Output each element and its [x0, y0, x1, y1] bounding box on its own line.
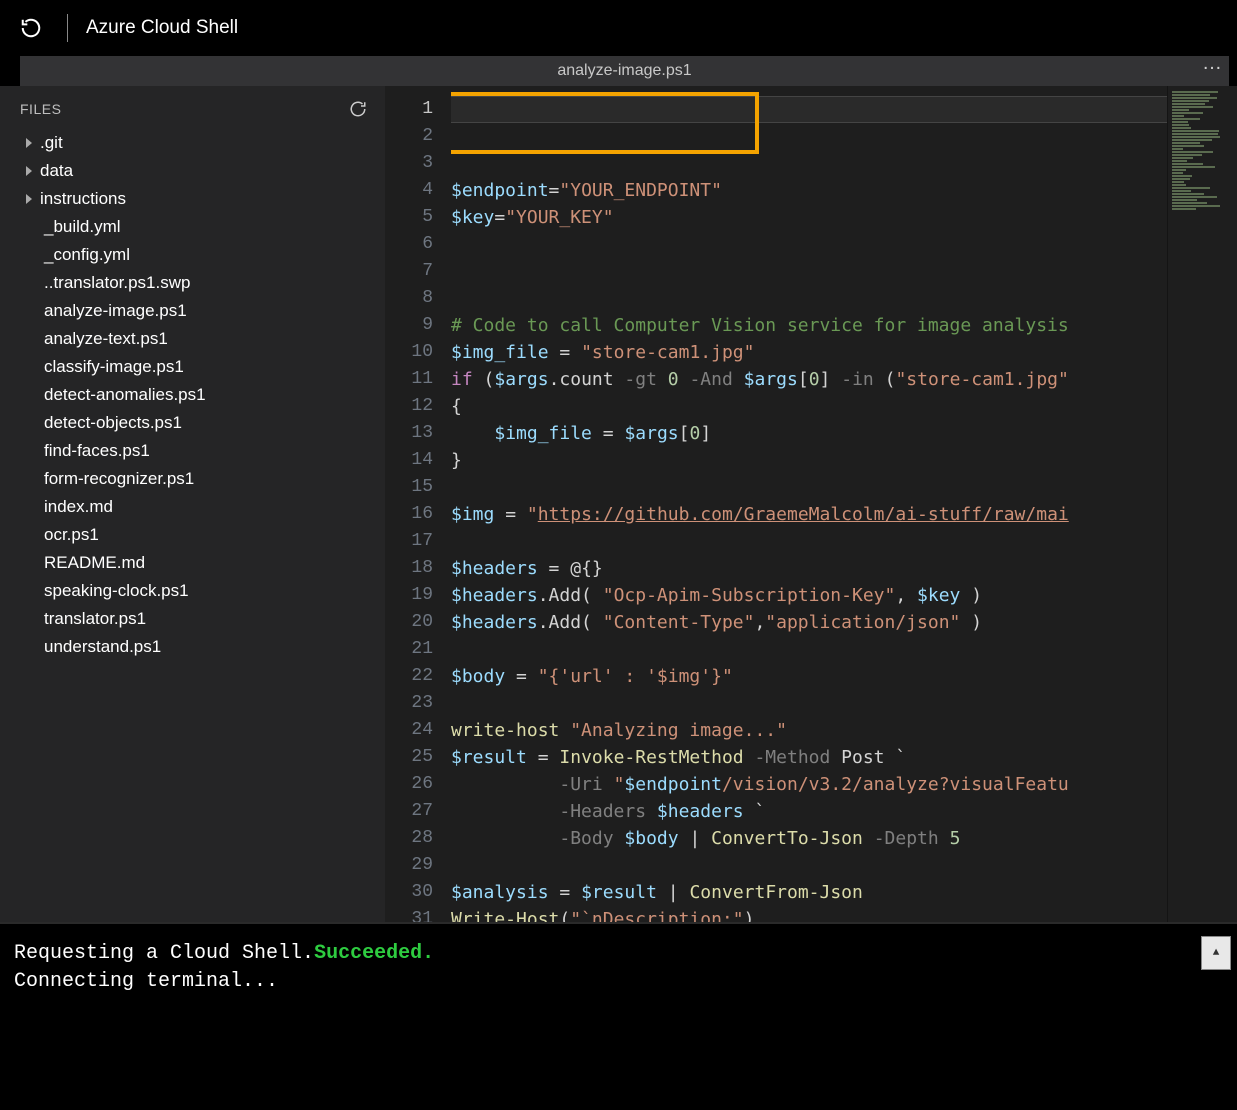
file-item[interactable]: _build.yml	[0, 212, 385, 240]
sidebar-header-label: FILES	[20, 101, 61, 117]
line-number-gutter: 1234567891011121314151617181920212223242…	[385, 86, 451, 922]
file-item[interactable]: ocr.ps1	[0, 520, 385, 548]
folder-git[interactable]: .git	[0, 128, 385, 156]
terminal-line: Requesting a Cloud Shell.	[14, 942, 314, 965]
workspace: FILES .git data instructions _build.yml …	[0, 86, 1237, 922]
file-item[interactable]: form-recognizer.ps1	[0, 464, 385, 492]
code-editor[interactable]: 1234567891011121314151617181920212223242…	[385, 86, 1237, 922]
file-item[interactable]: translator.ps1	[0, 604, 385, 632]
file-item[interactable]: find-faces.ps1	[0, 436, 385, 464]
file-item[interactable]: detect-anomalies.ps1	[0, 380, 385, 408]
active-tab-filename[interactable]: analyze-image.ps1	[557, 62, 691, 80]
minimap[interactable]	[1167, 86, 1237, 922]
file-item[interactable]: classify-image.ps1	[0, 352, 385, 380]
folder-instructions[interactable]: instructions	[0, 184, 385, 212]
sidebar-header: FILES	[0, 100, 385, 128]
terminal-line: Connecting terminal...	[14, 968, 1223, 996]
current-line-highlight	[451, 96, 1167, 123]
tab-more-icon[interactable]: …	[1202, 52, 1223, 75]
restart-icon[interactable]	[20, 17, 42, 39]
terminal-panel[interactable]: Requesting a Cloud Shell.Succeeded. Conn…	[0, 922, 1237, 1110]
tab-bar: analyze-image.ps1 …	[20, 56, 1229, 86]
file-item[interactable]: analyze-image.ps1	[0, 296, 385, 324]
file-tree: .git data instructions _build.yml _confi…	[0, 128, 385, 660]
app-title: Azure Cloud Shell	[86, 17, 238, 39]
code-content[interactable]: $endpoint="YOUR_ENDPOINT" $key="YOUR_KEY…	[451, 177, 1167, 922]
refresh-icon[interactable]	[349, 100, 367, 118]
chevron-right-icon	[26, 166, 32, 176]
titlebar-separator	[67, 14, 68, 42]
file-item[interactable]: understand.ps1	[0, 632, 385, 660]
file-item[interactable]: speaking-clock.ps1	[0, 576, 385, 604]
terminal-status-succeeded: Succeeded.	[314, 942, 434, 965]
chevron-right-icon	[26, 138, 32, 148]
folder-data[interactable]: data	[0, 156, 385, 184]
file-item[interactable]: detect-objects.ps1	[0, 408, 385, 436]
file-item[interactable]: index.md	[0, 492, 385, 520]
chevron-right-icon	[26, 194, 32, 204]
file-item[interactable]: README.md	[0, 548, 385, 576]
file-explorer-sidebar: FILES .git data instructions _build.yml …	[0, 86, 385, 922]
file-item[interactable]: _config.yml	[0, 240, 385, 268]
file-item[interactable]: ..translator.ps1.swp	[0, 268, 385, 296]
code-area[interactable]: $endpoint="YOUR_ENDPOINT" $key="YOUR_KEY…	[451, 86, 1167, 922]
titlebar: Azure Cloud Shell	[0, 0, 1237, 56]
scroll-up-icon[interactable]: ▲	[1201, 936, 1231, 970]
file-item[interactable]: analyze-text.ps1	[0, 324, 385, 352]
